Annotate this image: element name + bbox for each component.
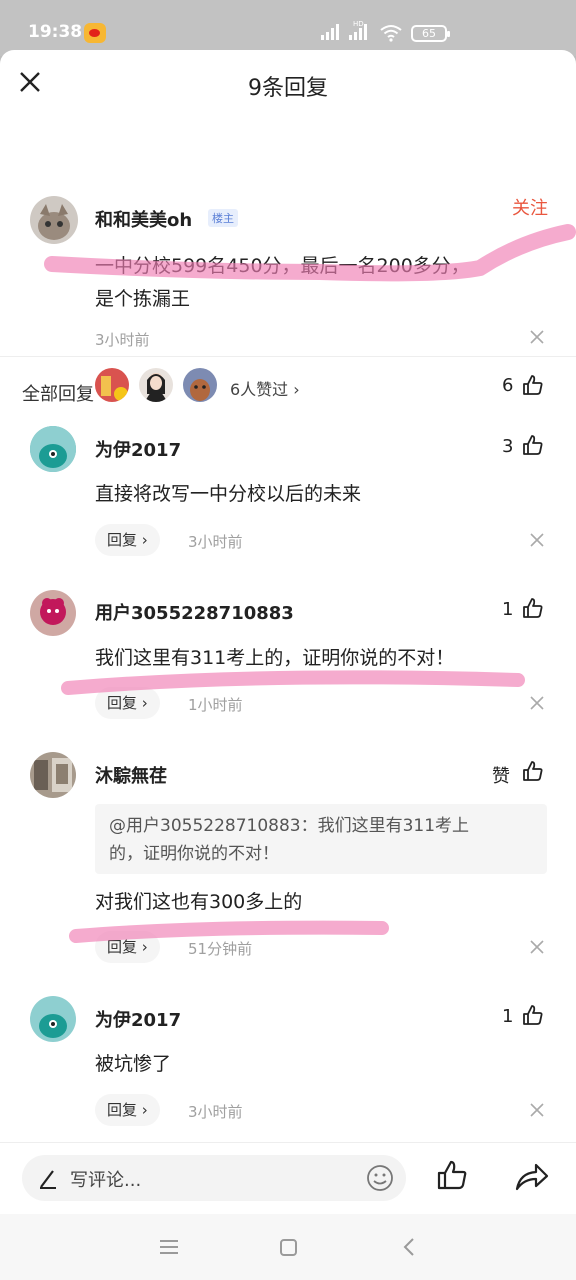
likers-link[interactable]: 6人赞过 › <box>230 376 300 400</box>
share-icon[interactable] <box>514 1159 550 1193</box>
reply-time: 3小时前 <box>188 1103 243 1121</box>
weibo-notification-icon <box>84 23 106 43</box>
battery-indicator: 65 <box>411 25 450 42</box>
replies-sheet: 9条回复 和和美美oh 楼主 关注 一中分校599名450分，最后一名200多分… <box>0 50 576 1280</box>
reply-time: 51分钟前 <box>188 940 253 958</box>
network-label: HD <box>353 20 364 28</box>
avatar[interactable] <box>30 752 76 798</box>
like-icon[interactable] <box>522 374 544 396</box>
signal-icon <box>321 24 339 40</box>
author-name[interactable]: 和和美美oh <box>95 206 192 232</box>
close-icon[interactable] <box>530 330 544 344</box>
comment-placeholder: 写评论... <box>70 1170 142 1191</box>
status-time: 19:38 <box>28 22 83 42</box>
close-icon[interactable] <box>530 696 544 710</box>
avatar[interactable] <box>30 590 76 636</box>
avatar[interactable] <box>183 368 217 402</box>
reply-time: 1小时前 <box>188 696 243 714</box>
reply-text: 对我们这也有300多上的 <box>95 891 303 913</box>
quoted-reply: @用户3055228710883：我们这里有311考上 的，证明你说的不对！ <box>95 804 547 874</box>
close-icon[interactable] <box>530 533 544 547</box>
reply-button[interactable]: 回复 › <box>95 1094 160 1126</box>
reply-time: 3小时前 <box>188 533 243 551</box>
close-icon[interactable] <box>530 940 544 954</box>
author-name[interactable]: 为伊2017 <box>95 436 181 462</box>
comment-input[interactable]: 写评论... <box>22 1155 406 1201</box>
reply-button[interactable]: 回复 › <box>95 524 160 556</box>
like-count: 1 <box>502 599 514 620</box>
section-title: 全部回复 <box>22 384 94 405</box>
system-navbar <box>0 1214 576 1280</box>
reply-text: 我们这里有311考上的，证明你说的不对！ <box>95 647 455 669</box>
main-comment: 和和美美oh 楼主 关注 一中分校599名450分，最后一名200多分， 是个拣… <box>0 116 576 402</box>
wifi-icon <box>380 25 402 42</box>
quote-line: 的，证明你说的不对！ <box>109 844 279 864</box>
like-count: 1 <box>502 1006 514 1027</box>
comment-text-line: 是个拣漏王 <box>95 288 191 310</box>
sheet-header: 9条回复 <box>0 50 576 116</box>
divider <box>0 356 576 357</box>
author-name[interactable]: 为伊2017 <box>95 1006 181 1032</box>
like-count: 3 <box>502 436 514 457</box>
avatar[interactable] <box>30 996 76 1042</box>
like-icon[interactable] <box>522 597 544 619</box>
compose-bar: 写评论... <box>0 1142 576 1214</box>
reply-button[interactable]: 回复 › <box>95 931 160 963</box>
comment-text-line: 一中分校599名450分，最后一名200多分， <box>95 255 470 277</box>
quote-line: @用户3055228710883：我们这里有311考上 <box>109 816 470 836</box>
comment-text: 一中分校599名450分，最后一名200多分， 是个拣漏王 <box>95 250 470 316</box>
op-badge: 楼主 <box>208 209 238 227</box>
like-icon[interactable] <box>522 434 544 456</box>
avatar[interactable] <box>30 196 78 244</box>
like-count: 赞 <box>492 766 510 787</box>
reply-text: 直接将改写一中分校以后的未来 <box>95 483 362 505</box>
page-title: 9条回复 <box>248 76 328 101</box>
emoji-icon[interactable] <box>366 1164 394 1192</box>
back-icon[interactable] <box>402 1238 416 1256</box>
author-name[interactable]: 用户3055228710883 <box>95 599 294 625</box>
avatar[interactable] <box>95 368 129 402</box>
like-icon[interactable] <box>522 760 544 782</box>
home-icon[interactable] <box>280 1239 297 1256</box>
avatar[interactable] <box>30 426 76 472</box>
pen-icon <box>40 1170 56 1189</box>
like-count: 6 <box>502 375 514 396</box>
author-name[interactable]: 沐騌無荏 <box>95 762 167 788</box>
close-icon[interactable] <box>530 1103 544 1117</box>
reply-text: 被坑惨了 <box>95 1053 172 1075</box>
menu-icon[interactable] <box>160 1240 178 1254</box>
follow-button[interactable]: 关注 <box>512 194 548 220</box>
like-icon[interactable] <box>522 1004 544 1026</box>
reply-button[interactable]: 回复 › <box>95 687 160 719</box>
avatar[interactable] <box>139 368 173 402</box>
like-icon[interactable] <box>436 1159 468 1191</box>
status-bar: 19:38 HD 65 <box>0 0 576 56</box>
comment-time: 3小时前 <box>95 331 150 349</box>
